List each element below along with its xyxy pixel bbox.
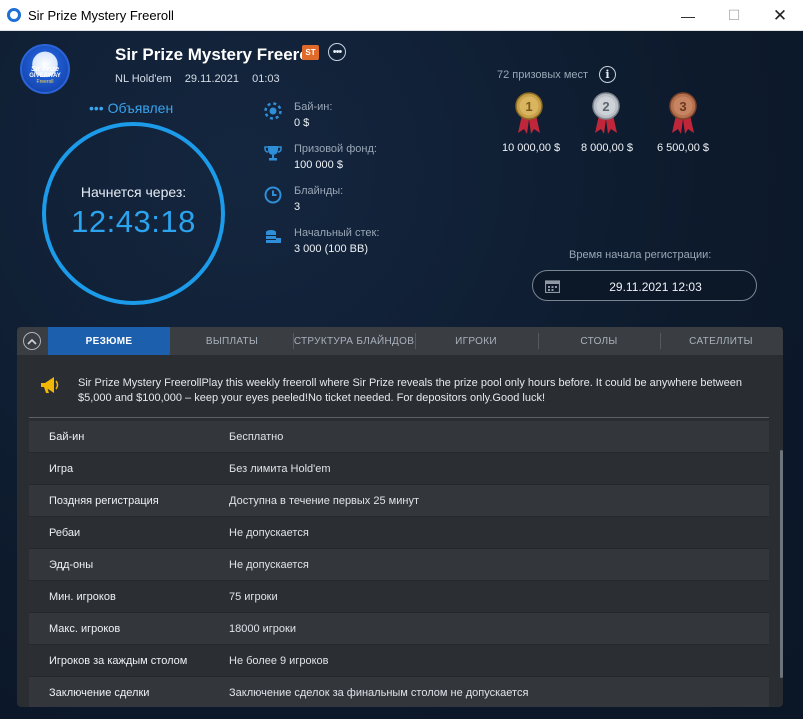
tournament-time: 01:03 bbox=[252, 73, 280, 85]
countdown-ring: Начнется через: 12:43:18 bbox=[42, 122, 225, 305]
tournament-logo: Sir Prize GIVEAWAY Freeroll bbox=[20, 44, 70, 94]
bronze-medal-icon: 3 bbox=[669, 92, 697, 134]
table-row: Игроков за каждым столом Не более 9 игрок… bbox=[29, 645, 769, 677]
trophy-icon bbox=[264, 146, 282, 161]
tournament-date: 29.11.2021 bbox=[184, 73, 240, 85]
table-row: Макс. игроков 18000 игроки bbox=[29, 613, 769, 645]
tab-tables[interactable]: СТОЛЫ bbox=[538, 327, 660, 355]
prize-3-amount: 6 500,00 $ bbox=[657, 142, 709, 154]
app-icon bbox=[7, 8, 21, 22]
info-icon[interactable]: i bbox=[599, 66, 616, 83]
tournament-title: Sir Prize Mystery Freeroll bbox=[115, 45, 320, 64]
details-table: Бай-ин Бесплатно Игра Без лимита Hold'em П… bbox=[29, 421, 769, 707]
tab-resume[interactable]: РЕЗЮМЕ bbox=[48, 327, 170, 355]
countdown-timer: 12:43:18 bbox=[71, 203, 196, 239]
tab-satellites[interactable]: САТЕЛЛИТЫ bbox=[660, 327, 782, 355]
more-options-button[interactable]: ••• bbox=[328, 43, 346, 61]
prize-1-amount: 10 000,00 $ bbox=[502, 142, 561, 154]
divider bbox=[29, 417, 769, 418]
minimize-button[interactable]: — bbox=[665, 0, 711, 31]
table-row: Бай-ин Бесплатно bbox=[29, 421, 769, 453]
megaphone-icon bbox=[41, 377, 59, 393]
tab-payouts[interactable]: ВЫПЛАТЫ bbox=[171, 327, 293, 355]
st-badge: ST bbox=[302, 45, 319, 60]
svg-text:2: 2 bbox=[602, 99, 609, 114]
clock-icon bbox=[264, 186, 282, 204]
svg-text:3: 3 bbox=[679, 99, 686, 114]
svg-text:1: 1 bbox=[525, 99, 532, 114]
table-row: Поздняя регистрация Доступна в течение пе… bbox=[29, 485, 769, 517]
table-row: Игра Без лимита Hold'em bbox=[29, 453, 769, 485]
chip-stack-icon bbox=[266, 230, 281, 243]
collapse-button[interactable] bbox=[23, 332, 41, 350]
prize-places-label: 72 призовых мест bbox=[497, 69, 589, 81]
window-title: Sir Prize Mystery Freeroll bbox=[28, 7, 174, 23]
details-panel: РЕЗЮМЕ ВЫПЛАТЫ СТРУКТУРА БЛАЙНДОВ ИГРОКИ… bbox=[17, 327, 783, 707]
table-row: Мин. игроков 75 игроки bbox=[29, 581, 769, 613]
countdown-label: Начнется через: bbox=[80, 183, 187, 200]
window-titlebar: Sir Prize Mystery Freeroll — ☐ ✕ bbox=[0, 0, 803, 31]
close-button[interactable]: ✕ bbox=[757, 0, 803, 31]
table-row: Ребаи Не допускается bbox=[29, 517, 769, 549]
announcement-text: Sir Prize Mystery FreerollPlay this week… bbox=[78, 377, 742, 404]
game-type: NL Hold'em bbox=[115, 73, 172, 85]
chevron-up-icon bbox=[27, 338, 37, 345]
tab-players[interactable]: ИГРОКИ bbox=[415, 327, 537, 355]
silver-medal-icon: 2 bbox=[592, 92, 620, 134]
tab-blind-structure[interactable]: СТРУКТУРА БЛАЙНДОВ bbox=[293, 327, 415, 355]
registration-label: Время начала регистрации: bbox=[569, 249, 712, 261]
registration-time-value: 29.11.2021 12:03 bbox=[609, 280, 702, 294]
scrollbar[interactable] bbox=[780, 450, 783, 678]
poker-chip-icon bbox=[264, 102, 282, 120]
gold-medal-icon: 1 bbox=[515, 92, 543, 134]
announcement: Sir Prize Mystery FreerollPlay this week… bbox=[17, 355, 783, 417]
maximize-button[interactable]: ☐ bbox=[711, 0, 757, 31]
table-row: Эдд-оны Не допускается bbox=[29, 549, 769, 581]
registration-time-field: 29.11.2021 12:03 bbox=[532, 270, 757, 301]
tab-bar: РЕЗЮМЕ ВЫПЛАТЫ СТРУКТУРА БЛАЙНДОВ ИГРОКИ… bbox=[17, 327, 783, 355]
table-row: Заключение сделки Заключение сделок за фи… bbox=[29, 677, 769, 707]
prize-2-amount: 8 000,00 $ bbox=[581, 142, 633, 154]
tournament-lobby: Sir Prize GIVEAWAY Freeroll Sir Prize My… bbox=[0, 31, 803, 719]
tournament-subtitle: NL Hold'em 29.11.2021 01:03 bbox=[115, 73, 290, 85]
status-label: ••• Объявлен bbox=[89, 100, 174, 116]
